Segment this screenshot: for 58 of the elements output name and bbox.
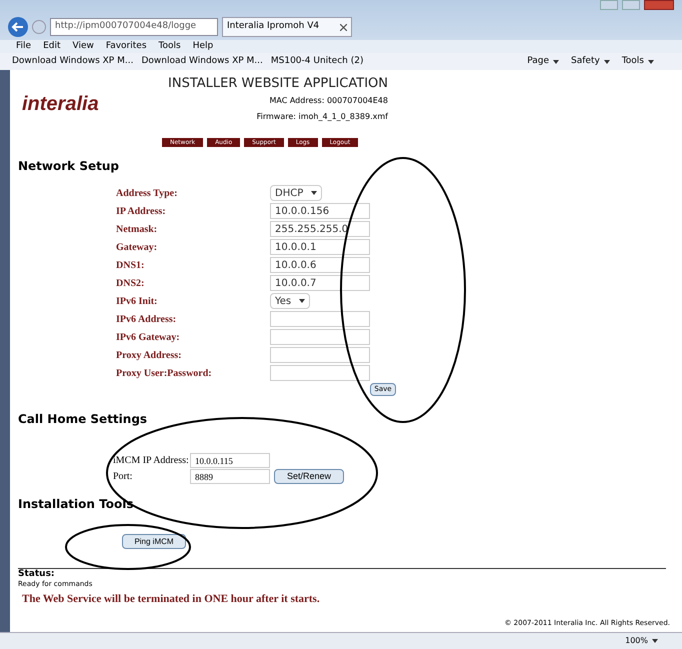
input-field[interactable] (270, 365, 370, 381)
field-label: IPv6 Address: (115, 312, 178, 326)
field-label: IPv6 Gateway: (115, 330, 181, 344)
field-label: Proxy Address: (115, 348, 182, 362)
field-label: Proxy User:Password: (115, 366, 213, 380)
input-field[interactable] (270, 311, 370, 327)
section-heading: Network Setup (18, 159, 120, 174)
address-bar[interactable]: http://ipm000707004e48/logge (50, 18, 218, 36)
warning-message: The Web Service will be terminated in ONE hour after it starts. (22, 592, 321, 607)
caret-icon (652, 639, 658, 643)
field-label: IP Address: (115, 204, 167, 218)
input-field[interactable]: 255.255.255.0 (270, 221, 370, 237)
field-label: Address Type: (115, 186, 178, 200)
browser-tab[interactable]: Interalia Ipromoh V4 (222, 17, 352, 37)
logo: interalia (21, 92, 100, 117)
ping-button[interactable]: Ping iMCM (122, 534, 186, 549)
caret-icon (299, 299, 306, 303)
command-menu[interactable]: Safety (571, 54, 610, 68)
field-label: Gateway: (115, 240, 158, 254)
dropdown[interactable]: DHCP (270, 185, 322, 201)
dropdown[interactable]: Yes (270, 293, 310, 309)
menu-item[interactable]: Help (192, 40, 214, 54)
input-field[interactable]: 8889 (190, 469, 270, 484)
page-title: INSTALLER WEBSITE APPLICATION (168, 76, 388, 92)
set-renew-button[interactable]: Set/Renew (274, 469, 344, 484)
field-label: Port: (113, 470, 134, 484)
input-field[interactable]: 10.0.0.6 (270, 257, 370, 273)
input-field[interactable]: 10.0.0.156 (270, 203, 370, 219)
caret-icon (311, 191, 318, 195)
menu-item[interactable]: Favorites (106, 40, 147, 54)
field-label: DNS2: (115, 276, 146, 290)
mac-address: MAC Address: 000707004E48 (269, 96, 388, 106)
caret-icon (648, 60, 654, 64)
menu-item[interactable]: Tools (158, 40, 181, 54)
input-field[interactable] (270, 329, 370, 345)
input-field[interactable] (270, 347, 370, 363)
back-icon[interactable] (8, 17, 28, 37)
status-label: Status: (18, 569, 56, 580)
input-field[interactable]: 10.0.0.1 (270, 239, 370, 255)
caret-icon (604, 60, 610, 64)
field-label: Netmask: (115, 222, 158, 236)
command-menu[interactable]: Tools (622, 54, 654, 68)
firmware-version: Firmware: imoh_4_1_0_8389.xmf (256, 112, 388, 122)
input-field[interactable]: 10.0.0.115 (190, 453, 270, 468)
menu-item[interactable]: File (16, 40, 32, 54)
menu-item[interactable]: View (72, 40, 94, 54)
field-label: IPv6 Init: (115, 294, 158, 308)
favorite-link[interactable]: MS100-4 Unitech (2) (270, 54, 364, 68)
favorite-link[interactable]: Download Windows XP M... (141, 54, 263, 68)
field-label: DNS1: (115, 258, 146, 272)
command-menu[interactable]: Page (527, 54, 560, 68)
zoom-level[interactable]: 100% (625, 635, 658, 647)
caret-icon (553, 60, 560, 64)
menu-item[interactable]: Edit (43, 40, 60, 54)
input-field[interactable]: 10.0.0.7 (270, 275, 370, 291)
favorite-link[interactable]: Download Windows XP M... (12, 54, 134, 68)
section-heading: Call Home Settings (18, 412, 148, 427)
field-label: iMCM IP Address: (113, 454, 190, 468)
